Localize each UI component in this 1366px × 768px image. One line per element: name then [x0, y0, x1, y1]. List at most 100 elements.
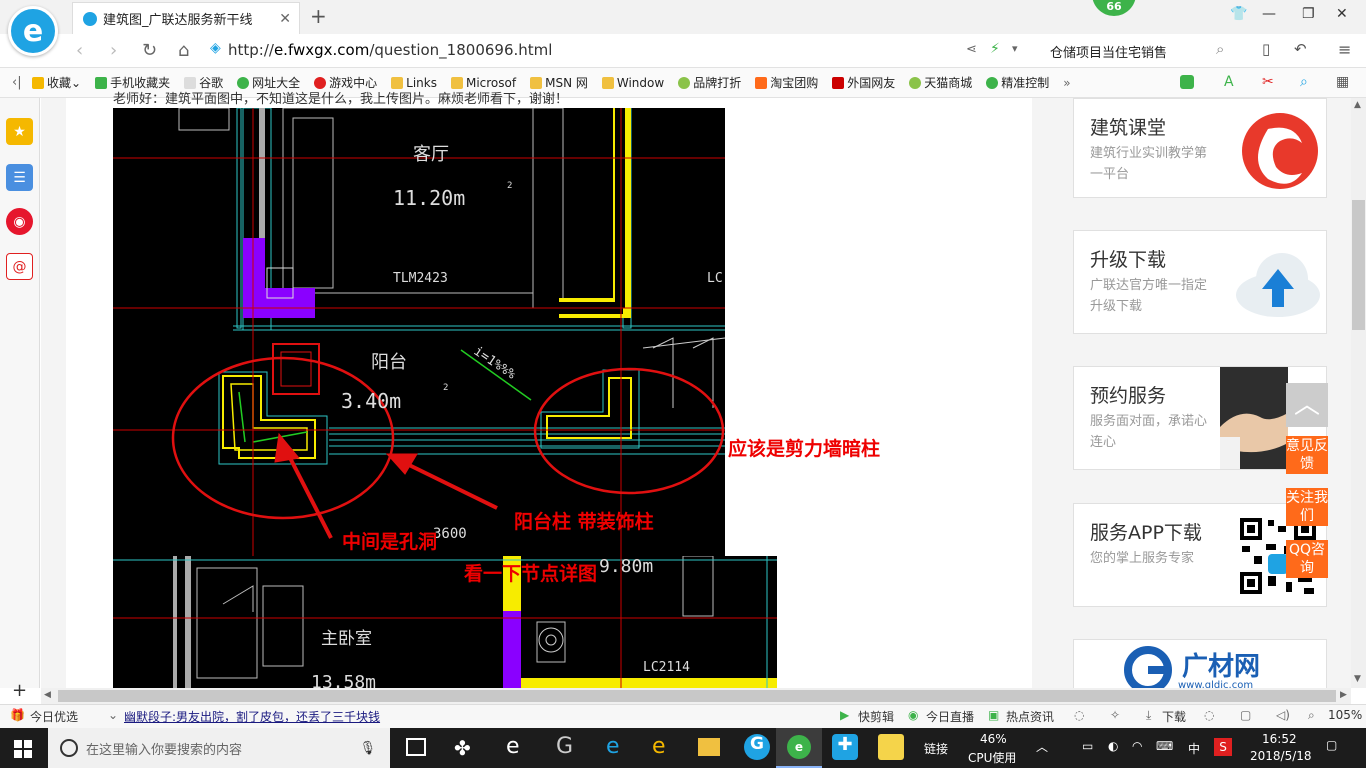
vertical-scroll-thumb[interactable]	[1352, 200, 1365, 330]
forward-icon[interactable]: ›	[110, 40, 117, 61]
taskbar-link-label[interactable]: 链接	[924, 740, 948, 757]
back-icon[interactable]: ‹	[76, 40, 83, 61]
microphone-icon[interactable]: 🎙	[359, 741, 376, 756]
bookmark-item[interactable]: 精准控制	[986, 74, 1049, 91]
chevron-down-icon[interactable]: ▾	[1012, 42, 1018, 55]
favorites-icon[interactable]: ★	[6, 118, 33, 145]
sogou-ime-icon[interactable]: S	[1214, 738, 1232, 756]
scroll-up-icon[interactable]: ▲	[1354, 100, 1361, 110]
ie-icon[interactable]: e	[652, 734, 666, 759]
browser-g-icon[interactable]: G	[556, 734, 573, 759]
back-to-top-icon[interactable]: ︿	[1286, 383, 1328, 427]
network-icon[interactable]: ◐	[1108, 739, 1118, 753]
notification-center-icon[interactable]: ▢	[1326, 738, 1337, 752]
search-input[interactable]: 仓储项目当住宅销售	[1050, 42, 1167, 61]
feedback-button[interactable]: 意见反馈	[1286, 436, 1328, 474]
active-browser-task[interactable]: e	[776, 728, 822, 768]
new-tab-button[interactable]: +	[310, 4, 327, 28]
notes-app-icon[interactable]	[878, 734, 904, 760]
browser-logo-icon[interactable]: e	[8, 6, 58, 56]
news-list-icon[interactable]: ☰	[6, 164, 33, 191]
more-bookmarks-icon[interactable]: »	[1063, 76, 1070, 90]
card-upgrade-download[interactable]: 升级下载 广联达官方唯一指定升级下载	[1073, 230, 1327, 334]
clock-time[interactable]: 16:52	[1262, 732, 1297, 746]
bookmark-item[interactable]: 品牌打折	[678, 74, 741, 91]
volume-icon[interactable]: ◁)	[1276, 708, 1290, 722]
wall-grey	[259, 108, 265, 248]
news-icon: ▣	[988, 708, 1000, 722]
apps-icon[interactable]: ▦	[1336, 74, 1349, 90]
qq-consult-button[interactable]: QQ咨询	[1286, 540, 1328, 578]
mail-icon[interactable]: @	[6, 253, 33, 280]
url-field[interactable]: http://e.fwxgx.com/question_1800696.html	[228, 41, 552, 59]
follow-button[interactable]: 关注我们	[1286, 488, 1328, 526]
windows-start-icon[interactable]	[14, 740, 32, 758]
restore-icon[interactable]: ❐	[1302, 6, 1315, 22]
taskbar-search-input[interactable]: 在这里输入你要搜索的内容 🎙	[48, 728, 390, 768]
window-code: LC2114	[643, 660, 690, 675]
magnifier-icon[interactable]: ⌕	[1300, 74, 1308, 90]
undo-icon[interactable]: ↶	[1294, 40, 1307, 58]
speed-icon[interactable]: ◌	[1074, 708, 1084, 722]
scroll-down-icon[interactable]: ▼	[1354, 674, 1361, 684]
tab-close-icon[interactable]: ✕	[279, 11, 291, 27]
clock-date[interactable]: 2018/5/18	[1250, 749, 1312, 763]
file-explorer-icon[interactable]	[698, 738, 720, 756]
scissors-icon[interactable]: ✂	[1262, 74, 1274, 90]
folder-icon	[391, 76, 404, 89]
cpu-percent: 46%	[980, 732, 1007, 746]
skin-icon[interactable]: 👕	[1230, 6, 1247, 22]
bookmark-item[interactable]: 淘宝团购	[755, 74, 818, 91]
mobile-icon[interactable]: ▯	[1262, 40, 1270, 58]
hot-news-button[interactable]: 热点资讯	[1006, 708, 1054, 725]
leaf-icon	[678, 76, 691, 89]
bookmark-item[interactable]: 收藏 ⌄	[32, 74, 81, 91]
chevron-down-icon[interactable]: ⌄	[108, 708, 118, 722]
battery-icon[interactable]: ▭	[1082, 739, 1093, 753]
card-building-class[interactable]: 建筑课堂 建筑行业实训教学第一平台	[1073, 98, 1327, 198]
image-margin	[725, 108, 1031, 556]
menu-icon[interactable]: ≡	[1338, 40, 1351, 59]
weibo-icon[interactable]: ◉	[6, 208, 33, 235]
keyboard-icon[interactable]: ⌨	[1156, 739, 1173, 753]
lightning-icon[interactable]: ⚡	[990, 41, 1000, 57]
clean-icon[interactable]: ◌	[1204, 708, 1214, 722]
shield-icon[interactable]	[1180, 75, 1194, 89]
sidebar-toggle-icon[interactable]: ‹|	[12, 75, 32, 90]
tray-expand-icon[interactable]: ︿	[1036, 738, 1048, 755]
live-button[interactable]: 今日直播	[926, 708, 974, 725]
window-icon[interactable]: ▢	[1240, 708, 1251, 722]
quick-cut-button[interactable]: 快剪辑	[858, 708, 894, 725]
download-button[interactable]: 下载	[1162, 708, 1186, 725]
bookmark-item[interactable]: 外国网友	[832, 74, 895, 91]
wifi-icon[interactable]: ◠	[1132, 739, 1142, 753]
news-ticker-link[interactable]: 幽默段子:男友出院，割了皮包，还丢了三千块钱	[124, 708, 380, 725]
add-sidebar-icon[interactable]: +	[12, 680, 27, 701]
bookmark-item[interactable]: 天猫商城	[909, 74, 972, 91]
today-pick-label[interactable]: 今日优选	[30, 708, 78, 725]
arrow-column	[402, 460, 498, 510]
search-icon[interactable]: ⌕	[1216, 40, 1224, 58]
home-icon[interactable]: ⌂	[178, 40, 189, 61]
zoom-level[interactable]: 105%	[1328, 708, 1362, 722]
bookmark-item[interactable]: Window	[601, 76, 664, 90]
ime-indicator[interactable]: 中	[1188, 740, 1200, 757]
scroll-right-icon[interactable]: ▶	[1340, 690, 1347, 700]
refresh-icon[interactable]: ↻	[142, 40, 157, 61]
translate-icon[interactable]: A	[1224, 74, 1234, 90]
glodon-app-icon[interactable]: G	[744, 734, 770, 760]
annotation-circle-left	[171, 356, 395, 520]
task-view-icon[interactable]	[406, 738, 426, 756]
vertical-scrollbar[interactable]	[1351, 98, 1366, 688]
share-icon[interactable]: ⋖	[966, 42, 977, 57]
close-window-icon[interactable]: ✕	[1336, 6, 1348, 22]
scroll-left-icon[interactable]: ◀	[44, 690, 51, 700]
edge-icon[interactable]: e	[606, 734, 620, 759]
minimize-icon[interactable]: —	[1262, 6, 1276, 22]
plus-app-icon[interactable]: ✚	[832, 734, 858, 760]
tab-active[interactable]: 建筑图_广联达服务新干线 ✕	[72, 2, 300, 34]
horizontal-scroll-thumb[interactable]	[58, 690, 1336, 702]
edge-legacy-icon[interactable]: e	[506, 734, 520, 759]
pin-icon[interactable]: ✧	[1110, 708, 1120, 722]
fan-app-icon[interactable]: ✤	[454, 736, 471, 760]
